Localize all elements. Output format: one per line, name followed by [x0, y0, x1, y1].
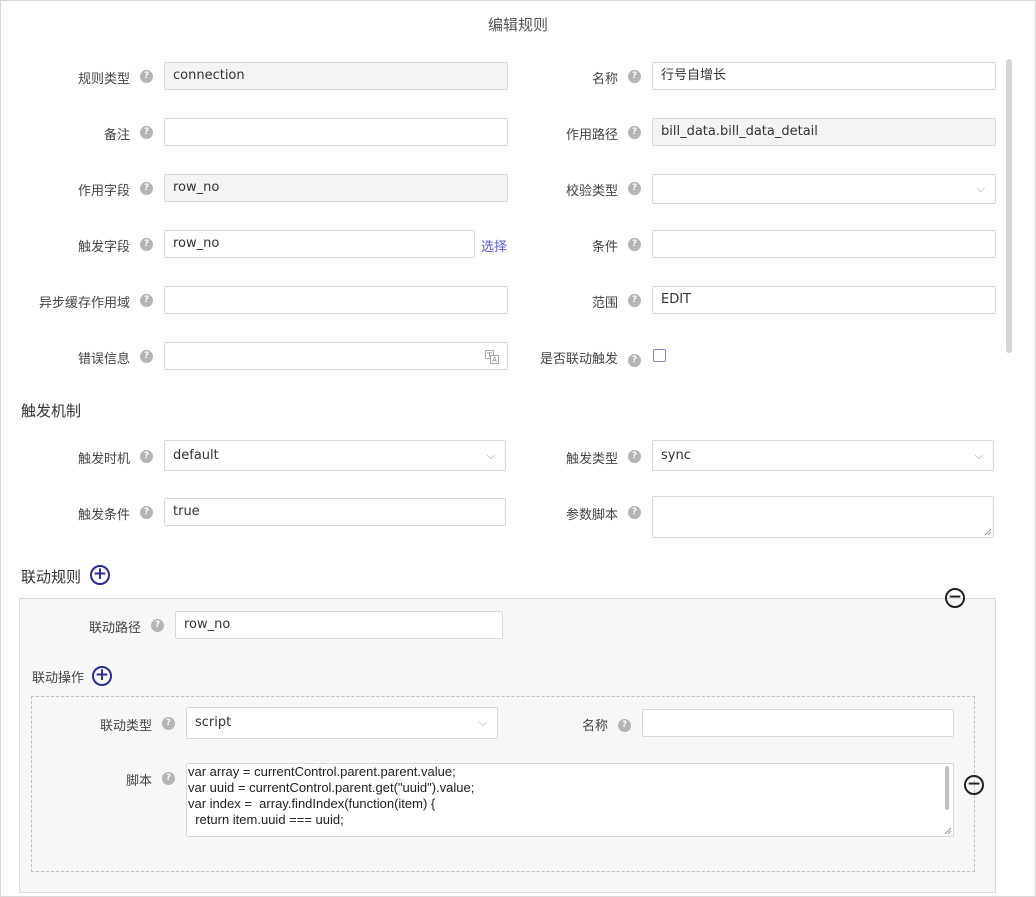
condition-label: 条件 — [591, 240, 618, 255]
help-icon[interactable]: ? — [628, 294, 641, 307]
code-line: var index = array.findIndex(function(ite… — [188, 796, 436, 811]
chevron-down-icon: ⌵ — [974, 449, 983, 462]
help-icon[interactable]: ? — [628, 238, 641, 251]
help-icon[interactable]: ? — [151, 619, 164, 632]
rule-type-label: 规则类型 — [77, 72, 130, 87]
linkage-type-label: 联动类型 — [99, 719, 152, 734]
path-label: 作用路径 — [565, 128, 618, 143]
help-icon[interactable]: ? — [140, 506, 153, 519]
help-icon[interactable]: ? — [140, 350, 153, 363]
dialog-title: 编辑规则 — [487, 16, 548, 34]
linkage-path-label: 联动路径 — [88, 621, 141, 636]
help-icon[interactable]: ? — [162, 772, 175, 785]
param-script-label: 参数脚本 — [565, 508, 618, 523]
help-icon[interactable]: ? — [628, 450, 641, 463]
trigger-field-input[interactable]: row_no — [164, 230, 475, 258]
linked-trigger-checkbox[interactable] — [653, 349, 666, 362]
help-icon[interactable]: ? — [628, 126, 641, 139]
resize-handle-icon[interactable] — [984, 528, 992, 536]
linkage-path-input[interactable]: row_no — [175, 611, 503, 639]
param-script-textarea[interactable] — [652, 496, 994, 538]
resize-handle-icon[interactable] — [944, 827, 952, 835]
help-icon[interactable]: ? — [628, 70, 641, 83]
script-label: 脚本 — [125, 774, 152, 789]
op-name-label: 名称 — [581, 719, 608, 734]
help-icon[interactable]: ? — [140, 238, 153, 251]
chevron-down-icon: ⌵ — [486, 449, 495, 462]
scrollbar[interactable] — [1006, 59, 1012, 353]
code-line: var array = currentControl.parent.parent… — [188, 764, 456, 779]
help-icon[interactable]: ? — [140, 70, 153, 83]
help-icon[interactable]: ? — [628, 354, 641, 367]
op-name-input[interactable] — [642, 709, 954, 737]
remark-label: 备注 — [103, 128, 130, 143]
code-line: var uuid = currentControl.parent.get("uu… — [188, 780, 475, 795]
script-textarea[interactable]: var array = currentControl.parent.parent… — [186, 763, 954, 837]
help-icon[interactable]: ? — [628, 182, 641, 195]
help-icon[interactable]: ? — [618, 719, 631, 732]
remove-linkage-operation-button[interactable]: − — [964, 775, 984, 795]
remove-linkage-rule-button[interactable]: − — [945, 588, 965, 608]
scope-label: 范围 — [591, 296, 618, 311]
error-msg-label: 错误信息 — [77, 352, 130, 367]
chevron-down-icon: ⌵ — [976, 182, 985, 195]
translate-icon[interactable] — [485, 350, 499, 364]
help-icon[interactable]: ? — [628, 506, 641, 519]
condition-input[interactable] — [652, 230, 996, 258]
code-line: return item.uuid === uuid; — [188, 812, 344, 827]
trigger-condition-input[interactable]: true — [164, 498, 506, 526]
name-input[interactable]: 行号自增长 — [652, 62, 996, 90]
check-type-select[interactable]: ⌵ — [652, 174, 996, 204]
linkage-type-select[interactable]: script ⌵ — [186, 707, 498, 739]
help-icon[interactable]: ? — [140, 182, 153, 195]
linkage-operations-title: 联动操作 — [32, 671, 85, 686]
add-linkage-rule-button[interactable]: + — [90, 565, 110, 585]
help-icon[interactable]: ? — [162, 717, 175, 730]
async-cache-input[interactable] — [164, 286, 508, 314]
trigger-condition-label: 触发条件 — [77, 508, 130, 523]
edit-rule-dialog: 编辑规则 规则类型 ? connection 名称 ? 行号自增长 备注 ? 作… — [0, 0, 1036, 897]
help-icon[interactable]: ? — [140, 126, 153, 139]
async-cache-label: 异步缓存作用域 — [38, 296, 130, 311]
trigger-type-label: 触发类型 — [565, 452, 618, 467]
rule-type-field: connection — [164, 62, 508, 90]
name-label: 名称 — [591, 72, 618, 87]
trigger-timing-label: 触发时机 — [77, 452, 130, 467]
help-icon[interactable]: ? — [140, 450, 153, 463]
error-msg-input[interactable] — [164, 342, 508, 370]
add-linkage-operation-button[interactable]: + — [92, 666, 112, 686]
linkage-rules-title: 联动规则 — [21, 568, 82, 586]
path-field: bill_data.bill_data_detail — [652, 118, 996, 146]
scope-input[interactable]: EDIT — [652, 286, 996, 314]
trigger-type-select[interactable]: sync ⌵ — [652, 440, 994, 471]
trigger-mechanism-title: 触发机制 — [21, 402, 82, 420]
help-icon[interactable]: ? — [140, 294, 153, 307]
check-type-label: 校验类型 — [565, 184, 618, 199]
linked-trigger-label: 是否联动触发 — [539, 352, 618, 367]
field-label: 作用字段 — [77, 184, 130, 199]
chevron-down-icon: ⌵ — [478, 716, 487, 729]
trigger-timing-select[interactable]: default ⌵ — [164, 440, 506, 471]
field-field: row_no — [164, 174, 508, 202]
remark-input[interactable] — [164, 118, 508, 146]
trigger-field-label: 触发字段 — [77, 240, 130, 255]
select-link[interactable]: 选择 — [481, 236, 507, 255]
scrollbar[interactable] — [945, 766, 949, 810]
